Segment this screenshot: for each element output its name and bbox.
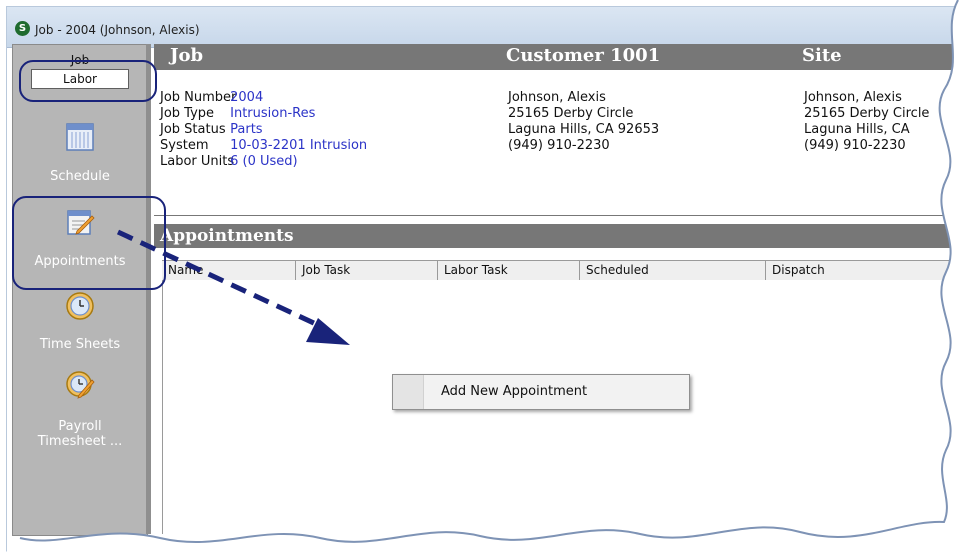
torn-edge-graphic — [0, 0, 970, 558]
